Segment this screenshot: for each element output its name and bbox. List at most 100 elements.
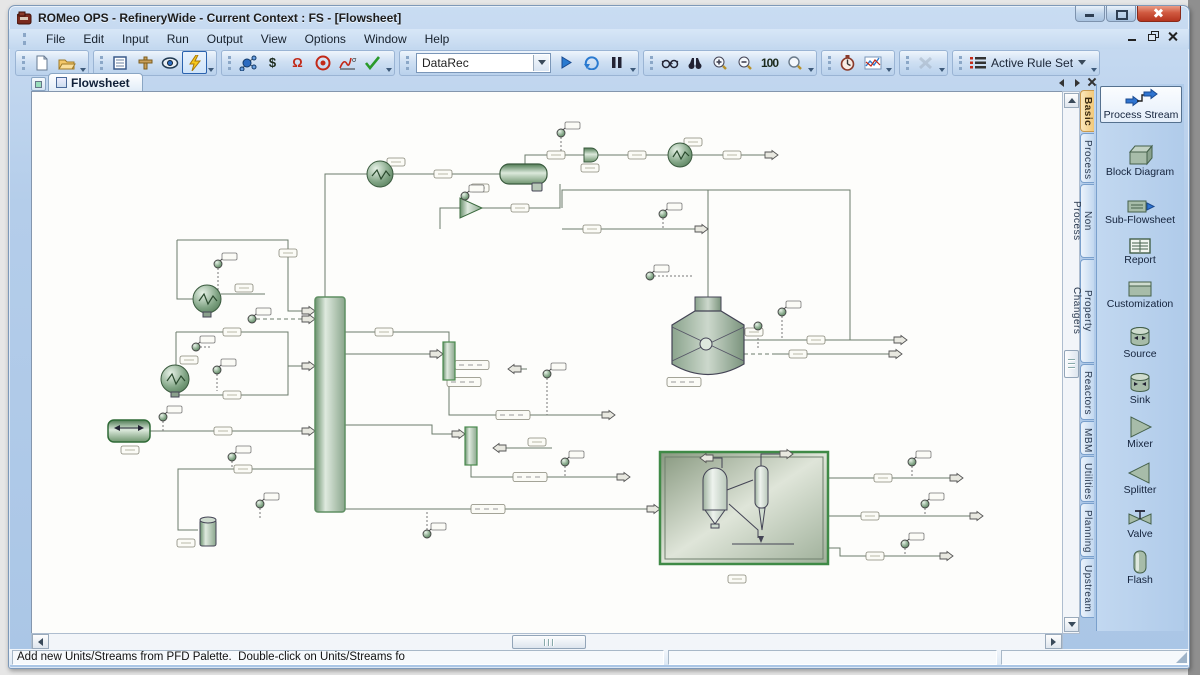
feed-source-drum[interactable] xyxy=(108,420,150,442)
menu-input[interactable]: Input xyxy=(113,30,158,48)
scroll-right-button[interactable] xyxy=(1045,634,1062,649)
exchanger-unit[interactable] xyxy=(668,143,692,167)
minimize-button[interactable] xyxy=(1075,6,1105,22)
scroll-up-button[interactable] xyxy=(1064,93,1079,108)
scroll-down-button[interactable] xyxy=(1064,617,1079,632)
maximize-button[interactable] xyxy=(1106,6,1136,22)
pause-button[interactable] xyxy=(604,51,629,74)
menu-edit[interactable]: Edit xyxy=(74,30,113,48)
menu-run[interactable]: Run xyxy=(158,30,198,48)
valve-icon xyxy=(1123,507,1157,529)
tab-list-button[interactable] xyxy=(31,77,46,91)
zoom-out-button[interactable] xyxy=(732,51,757,74)
palette-item-label: Sub-Flowsheet xyxy=(1100,215,1180,227)
rerun-button[interactable] xyxy=(579,51,604,74)
valve-unit[interactable] xyxy=(584,148,598,162)
menu-help[interactable]: Help xyxy=(416,30,459,48)
watch-button[interactable] xyxy=(157,51,182,74)
timer-button[interactable] xyxy=(835,51,860,74)
palette-tab-basic[interactable]: Basic xyxy=(1080,90,1094,132)
new-button[interactable] xyxy=(29,51,54,74)
run-mode-button[interactable] xyxy=(182,51,207,74)
toolbar-group-rules: Active Rule Set xyxy=(952,50,1100,76)
palette-tab-utilities[interactable]: Utilities xyxy=(1080,456,1094,502)
menu-output[interactable]: Output xyxy=(198,30,252,48)
palette-item-sink[interactable]: Sink xyxy=(1100,370,1180,407)
flowsheet-diagram[interactable] xyxy=(32,92,1062,633)
palette-tab-mbm[interactable]: MBM xyxy=(1080,421,1094,455)
palette-item-source[interactable]: Source xyxy=(1100,324,1180,361)
palette-tab-planning[interactable]: Planning xyxy=(1080,503,1094,557)
splitter-icon xyxy=(1123,461,1157,485)
target-button[interactable] xyxy=(310,51,335,74)
sub-flowsheet-box[interactable] xyxy=(660,450,828,565)
open-button[interactable] xyxy=(54,51,79,74)
find-button[interactable] xyxy=(682,51,707,74)
zoom-window-button[interactable] xyxy=(782,51,807,74)
process-stream-icon xyxy=(1124,88,1158,110)
palette-tab-process[interactable]: Process xyxy=(1080,133,1094,183)
palette-item-flash[interactable]: Flash xyxy=(1100,548,1180,587)
palette-tab-property-changers[interactable]: Property Changers xyxy=(1080,259,1094,363)
palette-item-splitter[interactable]: Splitter xyxy=(1100,460,1180,497)
palette-item-process-stream[interactable]: Process Stream xyxy=(1100,86,1182,123)
zoom-in-button[interactable] xyxy=(707,51,732,74)
menu-file[interactable]: File xyxy=(37,30,74,48)
palette-item-report[interactable]: Report xyxy=(1100,236,1180,267)
omega-button[interactable]: Ω xyxy=(285,51,310,74)
validate-button[interactable] xyxy=(360,51,385,74)
horizontal-scrollbar[interactable] xyxy=(31,633,1063,650)
palette-item-mixer[interactable]: Mixer xyxy=(1100,414,1180,451)
zoom-in-icon xyxy=(712,55,728,71)
combo-dropdown-icon[interactable] xyxy=(533,55,549,71)
close-button[interactable] xyxy=(1137,6,1181,22)
furnace-1[interactable] xyxy=(193,285,221,317)
horizontal-scroll-thumb[interactable] xyxy=(512,635,586,649)
flowsheet-canvas[interactable] xyxy=(31,91,1063,634)
menu-view[interactable]: View xyxy=(252,30,296,48)
trend-button[interactable] xyxy=(860,51,885,74)
overhead-drum[interactable] xyxy=(500,164,547,191)
resize-grip[interactable] xyxy=(1175,651,1187,663)
active-rule-set-button[interactable]: Active Rule Set xyxy=(966,56,1090,70)
palette-item-sub-flowsheet[interactable]: Sub-Flowsheet xyxy=(1100,196,1180,227)
palette-item-block-diagram[interactable]: Block Diagram xyxy=(1100,142,1180,179)
document-tab-bar: Flowsheet xyxy=(31,75,143,91)
main-column[interactable] xyxy=(315,297,345,512)
economics-button[interactable]: $ xyxy=(260,51,285,74)
palette-item-customization[interactable]: Customization xyxy=(1100,278,1180,311)
side-stripper-2[interactable] xyxy=(465,427,477,465)
side-stripper-1[interactable] xyxy=(443,342,455,380)
palette-tab-reactors[interactable]: Reactors xyxy=(1080,364,1094,420)
bottoms-vessel[interactable] xyxy=(200,517,216,546)
mdi-restore-icon[interactable] xyxy=(1147,31,1159,42)
compressor-unit[interactable] xyxy=(367,161,393,187)
run-mode-combo[interactable]: DataRec xyxy=(416,53,551,73)
molecule-button[interactable] xyxy=(235,51,260,74)
palette-item-list: Process Stream Block Diagram Sub-Flowshe… xyxy=(1096,84,1184,631)
sigma-chart-button[interactable]: σ xyxy=(335,51,360,74)
menu-options[interactable]: Options xyxy=(296,30,355,48)
tab-prev-button[interactable] xyxy=(1057,77,1067,87)
spec-sheet-button[interactable] xyxy=(107,51,132,74)
scroll-left-button[interactable] xyxy=(32,634,49,649)
mixer-icon xyxy=(1123,415,1157,439)
vertical-scrollbar[interactable] xyxy=(1062,91,1080,634)
mdi-close-icon[interactable] xyxy=(1167,31,1179,42)
furnace-2[interactable] xyxy=(161,365,189,397)
reactor-vessel[interactable] xyxy=(672,297,744,375)
vertical-scroll-thumb[interactable] xyxy=(1064,350,1079,378)
zoom-100-button[interactable]: 100 xyxy=(757,51,782,74)
title-bar[interactable]: ROMeo OPS - RefineryWide - Current Conte… xyxy=(9,6,1189,29)
derrick-button[interactable] xyxy=(132,51,157,74)
mdi-minimize-icon[interactable] xyxy=(1127,31,1139,42)
palette-tab-non-process[interactable]: Non Process xyxy=(1080,184,1094,258)
palette-item-valve[interactable]: Valve xyxy=(1100,506,1180,541)
tab-flowsheet[interactable]: Flowsheet xyxy=(48,73,143,91)
preview-button[interactable] xyxy=(657,51,682,74)
menu-window[interactable]: Window xyxy=(355,30,416,48)
palette-tab-upstream[interactable]: Upstream xyxy=(1080,558,1094,618)
run-button[interactable] xyxy=(554,51,579,74)
mixer-unit[interactable] xyxy=(460,198,482,218)
delete-button[interactable] xyxy=(913,51,938,74)
